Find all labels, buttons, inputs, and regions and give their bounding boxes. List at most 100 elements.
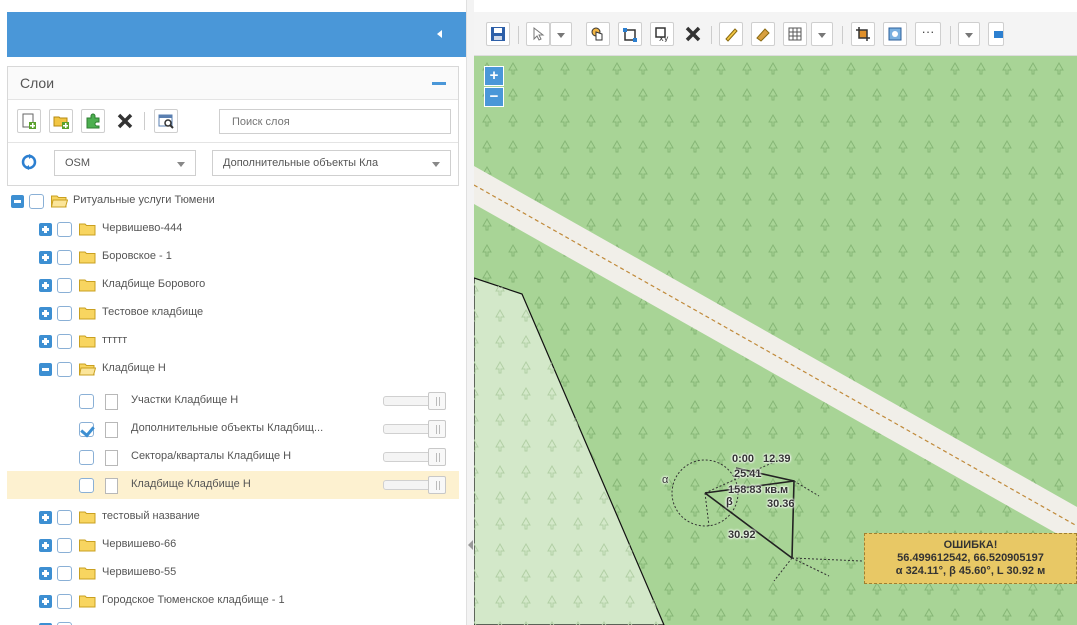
save-icon [491, 27, 505, 41]
pan-tool-button[interactable] [586, 22, 610, 46]
measure-time: 0:00 [732, 453, 755, 465]
draw-pencil-button[interactable] [719, 22, 743, 46]
tree-group[interactable]: Кладбище Н [7, 355, 459, 383]
basemap-select[interactable]: OSM [54, 150, 196, 176]
slider-handle[interactable] [428, 420, 446, 438]
tree-label: Сектора/кварталы Кладбище Н [131, 450, 292, 462]
tree-layer[interactable]: Участки Кладбище Н [7, 387, 459, 415]
close-icon [117, 113, 133, 129]
layer-checkbox[interactable] [57, 222, 72, 237]
plugin-button[interactable] [81, 109, 105, 133]
layer-export-button[interactable] [883, 22, 907, 46]
eraser-button[interactable] [751, 22, 775, 46]
expand-icon[interactable] [39, 223, 52, 236]
tree-group[interactable]: ттттт [7, 327, 459, 355]
folder-icon [79, 251, 96, 264]
map-canvas[interactable]: + − 0:00 12.39 25.41 158.83 кв.м β 30.36… [474, 56, 1077, 625]
layer-doc-icon [105, 450, 118, 466]
expand-icon[interactable] [39, 279, 52, 292]
expand-icon[interactable] [39, 595, 52, 608]
layer-checkbox[interactable] [29, 194, 44, 209]
layer-checkbox[interactable] [57, 566, 72, 581]
grid-dropdown[interactable] [811, 22, 833, 46]
opacity-slider[interactable] [383, 476, 449, 494]
layer-properties-button[interactable] [154, 109, 178, 133]
tree-group[interactable]: Тестовое кладбище [7, 299, 459, 327]
zoom-in-button[interactable]: + [484, 66, 504, 86]
tree-group[interactable]: Червишево-66 [7, 531, 459, 559]
tree-root[interactable]: Ритуальные услуги Тюмени [7, 187, 459, 215]
zoom-out-button[interactable]: − [484, 87, 504, 107]
tree-group[interactable]: Червишево-444 [7, 215, 459, 243]
minimize-layers-button[interactable] [432, 82, 446, 85]
measure-angle: 25.41 [734, 468, 762, 480]
coordinates-input-button[interactable]: xy [650, 22, 674, 46]
folder-icon [79, 223, 96, 236]
tree-label: тестовый название [102, 510, 200, 522]
collapse-panel-button[interactable] [434, 28, 446, 40]
save-button[interactable] [486, 22, 510, 46]
folder-icon [79, 335, 96, 348]
print-button[interactable] [988, 22, 1004, 46]
group-select[interactable]: Дополнительные объекты Кла [212, 150, 451, 176]
layer-checkbox[interactable] [57, 594, 72, 609]
layer-checkbox-checked[interactable] [79, 422, 94, 437]
collapse-icon[interactable] [39, 363, 52, 376]
chevron-down-icon [177, 162, 185, 167]
select-tool-dropdown[interactable] [550, 22, 572, 46]
select-tool-button[interactable] [526, 22, 550, 46]
opacity-slider[interactable] [383, 448, 449, 466]
hand-icon [591, 27, 603, 41]
delete-feature-button[interactable] [681, 22, 705, 46]
layer-checkbox[interactable] [57, 510, 72, 525]
tree-group[interactable]: Городское Тюменское кладбище - 1 [7, 587, 459, 615]
expand-icon[interactable] [39, 307, 52, 320]
layer-checkbox[interactable] [57, 334, 72, 349]
tree-group[interactable]: Кладбище Борового [7, 271, 459, 299]
layer-search-input[interactable] [219, 109, 451, 134]
tree-label: Червишево-444 [102, 222, 183, 234]
layer-checkbox[interactable] [57, 306, 72, 321]
more-tools-button[interactable]: ··· [915, 22, 941, 46]
edit-geometry-button[interactable] [618, 22, 642, 46]
crop-button[interactable] [851, 22, 875, 46]
tree-group[interactable]: Боровское - 1 [7, 243, 459, 271]
add-layer-button[interactable] [17, 109, 41, 133]
expand-icon[interactable] [39, 539, 52, 552]
refresh-icon [21, 154, 37, 170]
panel-splitter[interactable] [466, 0, 474, 625]
measure-length-top: 12.39 [763, 453, 791, 465]
add-folder-button[interactable] [49, 109, 73, 133]
delete-layer-button[interactable] [113, 109, 137, 133]
layer-checkbox[interactable] [57, 250, 72, 265]
expand-icon[interactable] [39, 567, 52, 580]
extra-dropdown[interactable] [958, 22, 980, 46]
grid-button[interactable] [783, 22, 807, 46]
layer-checkbox[interactable] [79, 478, 94, 493]
refresh-button[interactable] [17, 150, 41, 174]
opacity-slider[interactable] [383, 420, 449, 438]
collapse-icon[interactable] [11, 195, 24, 208]
layer-checkbox[interactable] [57, 278, 72, 293]
expand-icon[interactable] [39, 511, 52, 524]
tree-layer[interactable]: Сектора/кварталы Кладбище Н [7, 443, 459, 471]
tree-group[interactable]: Червишево-55 [7, 559, 459, 587]
opacity-slider[interactable] [383, 392, 449, 410]
slider-handle[interactable] [428, 476, 446, 494]
error-coordinates: 56.499612542, 66.520905197 [897, 552, 1044, 564]
tree-label: Червишево-66 [102, 538, 177, 550]
tree-group[interactable]: тестовый название [7, 503, 459, 531]
layer-checkbox[interactable] [79, 394, 94, 409]
layer-checkbox[interactable] [57, 362, 72, 377]
slider-handle[interactable] [428, 448, 446, 466]
tree-layer-selected[interactable]: Кладбище Кладбище Н [7, 471, 459, 499]
expand-icon[interactable] [39, 251, 52, 264]
expand-icon[interactable] [39, 335, 52, 348]
slider-handle[interactable] [428, 392, 446, 410]
layer-checkbox[interactable] [57, 538, 72, 553]
layer-checkbox[interactable] [79, 450, 94, 465]
tree-layer[interactable]: Дополнительные объекты Кладбищ... [7, 415, 459, 443]
tree-group-partial[interactable] [7, 615, 459, 625]
map-toolbar: xy ··· [474, 12, 1077, 56]
folder-icon [79, 567, 96, 580]
